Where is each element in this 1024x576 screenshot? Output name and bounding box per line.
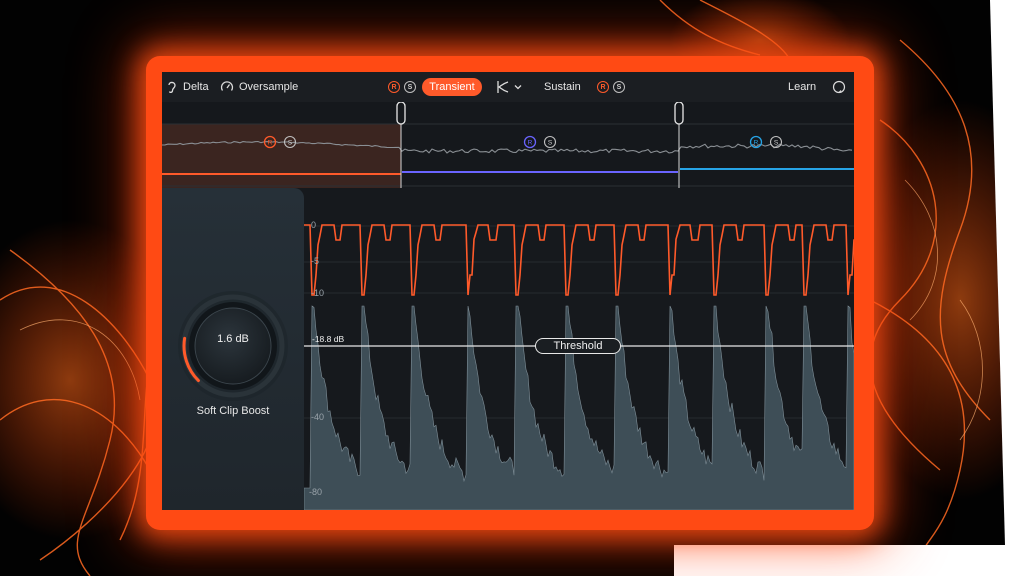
- band-3-solo-glyph: S: [774, 140, 779, 147]
- delta-button[interactable]: Delta: [166, 79, 209, 95]
- delta-label: Delta: [183, 81, 209, 93]
- tab-transient[interactable]: Transient: [422, 78, 482, 96]
- ear-icon: [166, 80, 178, 94]
- sustain-label: Sustain: [544, 81, 581, 93]
- help-button[interactable]: [832, 79, 846, 95]
- threshold-handle[interactable]: Threshold: [535, 338, 621, 354]
- y-label-minus-80: -80: [309, 487, 323, 497]
- curve-select-icon: [496, 80, 510, 94]
- transient-record-button[interactable]: R: [388, 81, 400, 93]
- band-3-region[interactable]: [679, 124, 854, 188]
- band-2-record-glyph: R: [528, 140, 533, 147]
- y-label-minus-10: -10: [311, 288, 325, 298]
- oversample-button[interactable]: Oversample: [220, 79, 298, 95]
- transient-solo-button[interactable]: S: [404, 81, 416, 93]
- learn-label: Learn: [788, 81, 817, 93]
- speedometer-icon: [220, 80, 234, 94]
- sustain-solo-button[interactable]: S: [613, 81, 625, 93]
- chevron-down-icon: [513, 82, 523, 92]
- learn-button[interactable]: Learn: [788, 79, 816, 95]
- threshold-db-readout: -18.8 dB: [312, 334, 345, 344]
- curve-selector[interactable]: [496, 79, 523, 95]
- crossover-handle-1[interactable]: [396, 102, 406, 125]
- y-label-minus-40: -40: [311, 412, 325, 422]
- toolbar: Delta Oversample R S Transient Sustain R: [162, 72, 854, 102]
- knob-label: Soft Clip Boost: [196, 405, 270, 417]
- y-label-0: 0: [311, 220, 317, 230]
- crossover-handle-2[interactable]: [674, 102, 684, 125]
- soft-clip-knob[interactable]: [175, 288, 291, 404]
- oversample-label: Oversample: [239, 81, 299, 93]
- band-overview: R S R S R S: [162, 102, 854, 188]
- band-1-solo-glyph: S: [288, 140, 293, 147]
- knob-value: 1.6 dB: [217, 333, 249, 345]
- band-2-solo-glyph: S: [548, 140, 553, 147]
- band-1-region[interactable]: [162, 124, 401, 188]
- band-1-record-glyph: R: [268, 140, 273, 147]
- soft-clip-panel: 1.6 dB Soft Clip Boost: [162, 188, 304, 510]
- help-icon: [832, 80, 846, 94]
- plugin-window: Delta Oversample R S Transient Sustain R: [162, 72, 854, 510]
- band-3-record-glyph: R: [754, 140, 759, 147]
- sustain-record-button[interactable]: R: [597, 81, 609, 93]
- y-label-minus-5: -5: [311, 256, 320, 266]
- tab-sustain[interactable]: Sustain: [544, 79, 581, 95]
- band-2-region[interactable]: [401, 124, 679, 188]
